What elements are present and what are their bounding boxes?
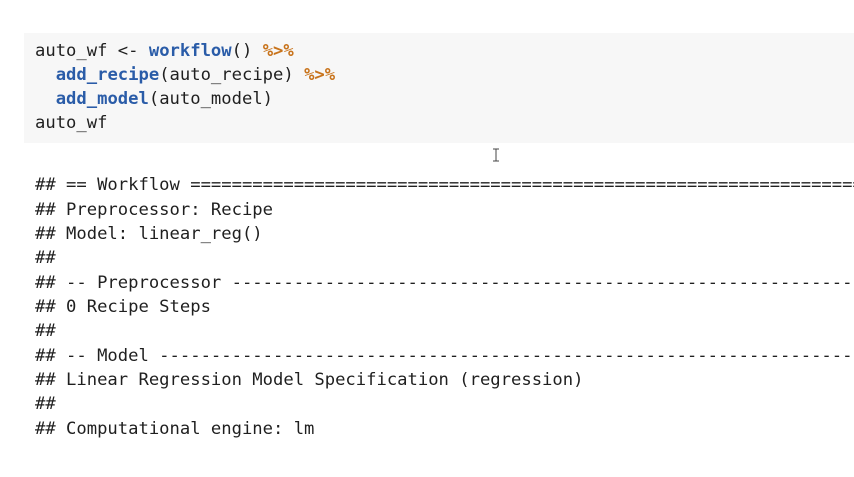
pipe-operator: %>% xyxy=(293,65,336,85)
call-parens: () xyxy=(231,41,253,61)
output-line: ## -- Model ----------------------------… xyxy=(35,346,854,366)
output-line: ## -- Preprocessor ---------------------… xyxy=(35,273,854,293)
output-line: ## xyxy=(35,248,56,268)
code-line-2: add_recipe(auto_recipe) %>% xyxy=(35,63,335,87)
output-line: ## xyxy=(35,321,56,341)
output-line: ## == Workflow =========================… xyxy=(35,175,854,195)
function-args: (auto_model) xyxy=(148,89,274,109)
output-line: ## Linear Regression Model Specification… xyxy=(35,370,584,390)
code-line-4: auto_wf xyxy=(35,111,107,135)
function-name: workflow xyxy=(148,41,232,61)
output-line: ## 0 Recipe Steps xyxy=(35,297,211,317)
variable-name: auto_wf xyxy=(35,113,108,133)
output-line: ## Model: linear_reg() xyxy=(35,224,263,244)
code-line-3: add_model(auto_model) xyxy=(35,87,273,111)
output-line: ## Computational engine: lm xyxy=(35,419,315,439)
function-name: add_recipe xyxy=(55,65,160,85)
output-line: ## Preprocessor: Recipe xyxy=(35,200,273,220)
code-chunk[interactable]: auto_wf <- workflow() %>% add_recipe(aut… xyxy=(24,33,854,143)
function-name: add_model xyxy=(55,89,149,109)
pipe-operator: %>% xyxy=(252,41,294,61)
variable-name: auto_wf xyxy=(35,41,108,61)
output-line: ## xyxy=(35,394,56,414)
ibeam-cursor-icon xyxy=(493,148,499,162)
code-line-1: auto_wf <- workflow() %>% xyxy=(35,39,294,63)
assign-operator: <- xyxy=(107,41,149,61)
function-args: (auto_recipe) xyxy=(159,65,294,85)
